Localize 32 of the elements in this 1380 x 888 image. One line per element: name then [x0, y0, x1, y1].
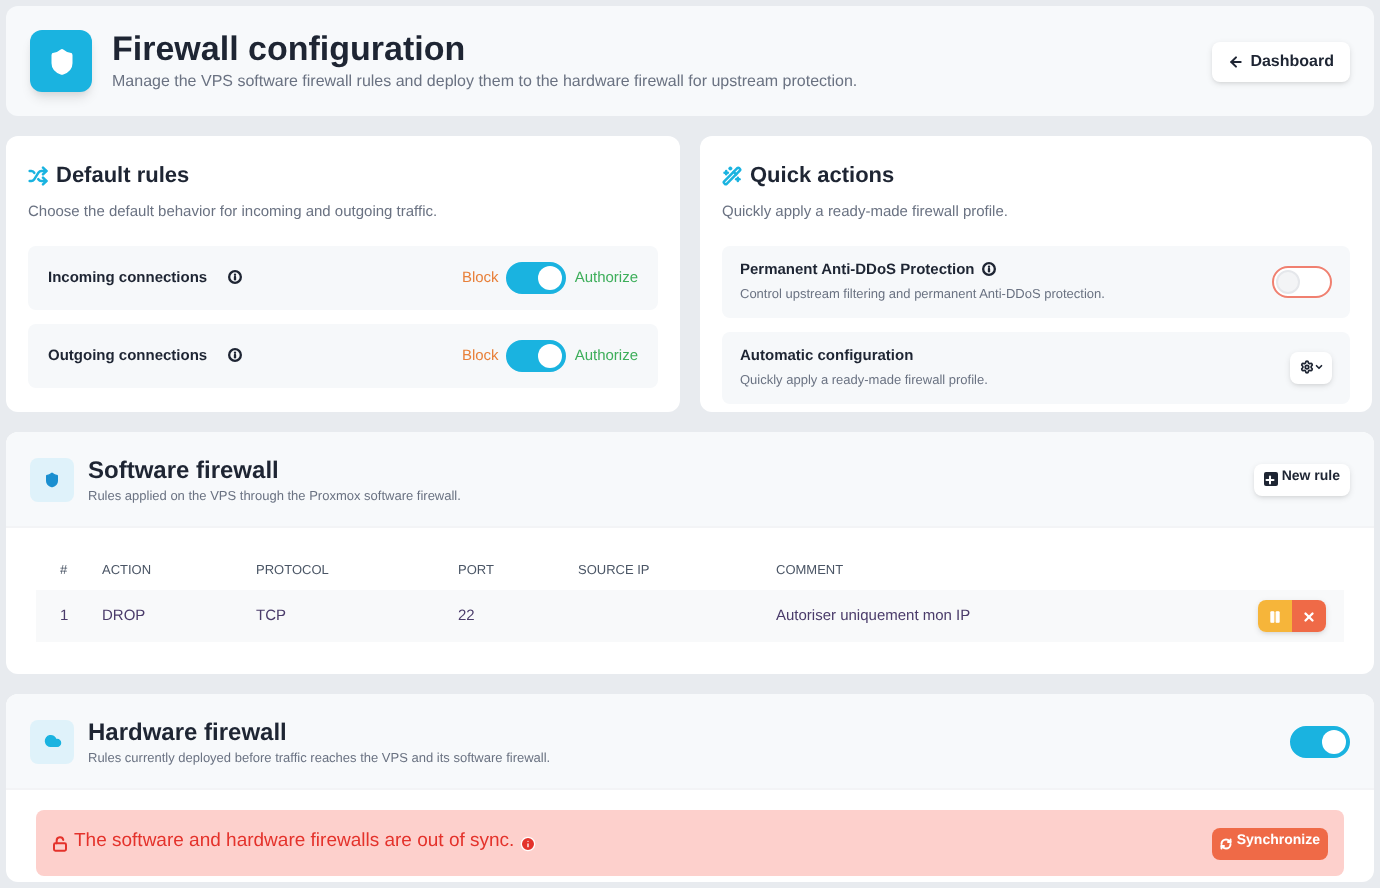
dashboard-button[interactable]: Dashboard — [1212, 41, 1350, 81]
shield-icon — [30, 457, 74, 501]
info-icon — [228, 348, 242, 363]
close-icon — [1302, 609, 1316, 623]
page-subtitle: Manage the VPS software firewall rules and deploy them to the hardware firewall for upstream protection. — [112, 70, 860, 95]
info-icon — [520, 835, 537, 851]
card-title: Default rules — [56, 162, 190, 192]
info-icon — [228, 270, 242, 285]
wand-icon — [722, 166, 742, 187]
unlock-icon — [52, 835, 68, 851]
toggle-switch[interactable] — [506, 339, 567, 372]
card-title: Quick actions — [750, 162, 895, 192]
delete-button[interactable] — [1292, 600, 1326, 632]
cloud-icon — [30, 719, 74, 763]
info-icon — [982, 262, 997, 277]
toggle-switch[interactable] — [1272, 265, 1332, 298]
plus-icon — [1263, 472, 1278, 486]
toggle-switch[interactable] — [1290, 725, 1350, 757]
toggle-switch[interactable] — [506, 261, 567, 294]
pause-button[interactable] — [1258, 600, 1292, 632]
section-title: Hardware firewall — [88, 715, 289, 750]
settings-dropdown-button[interactable] — [1290, 351, 1332, 384]
alert-text: The software and hardware firewalls are out of sync. — [74, 828, 515, 857]
caret-icon — [1313, 362, 1323, 373]
gear-icon — [1299, 360, 1313, 375]
shield-icon — [30, 30, 92, 92]
arrow-left-icon — [1228, 53, 1245, 69]
refresh-icon — [1220, 837, 1233, 849]
section-title: Software firewall — [88, 453, 281, 488]
page-title: Firewall configuration — [112, 27, 468, 71]
shuffle-icon — [28, 166, 48, 187]
pause-icon — [1268, 609, 1282, 623]
